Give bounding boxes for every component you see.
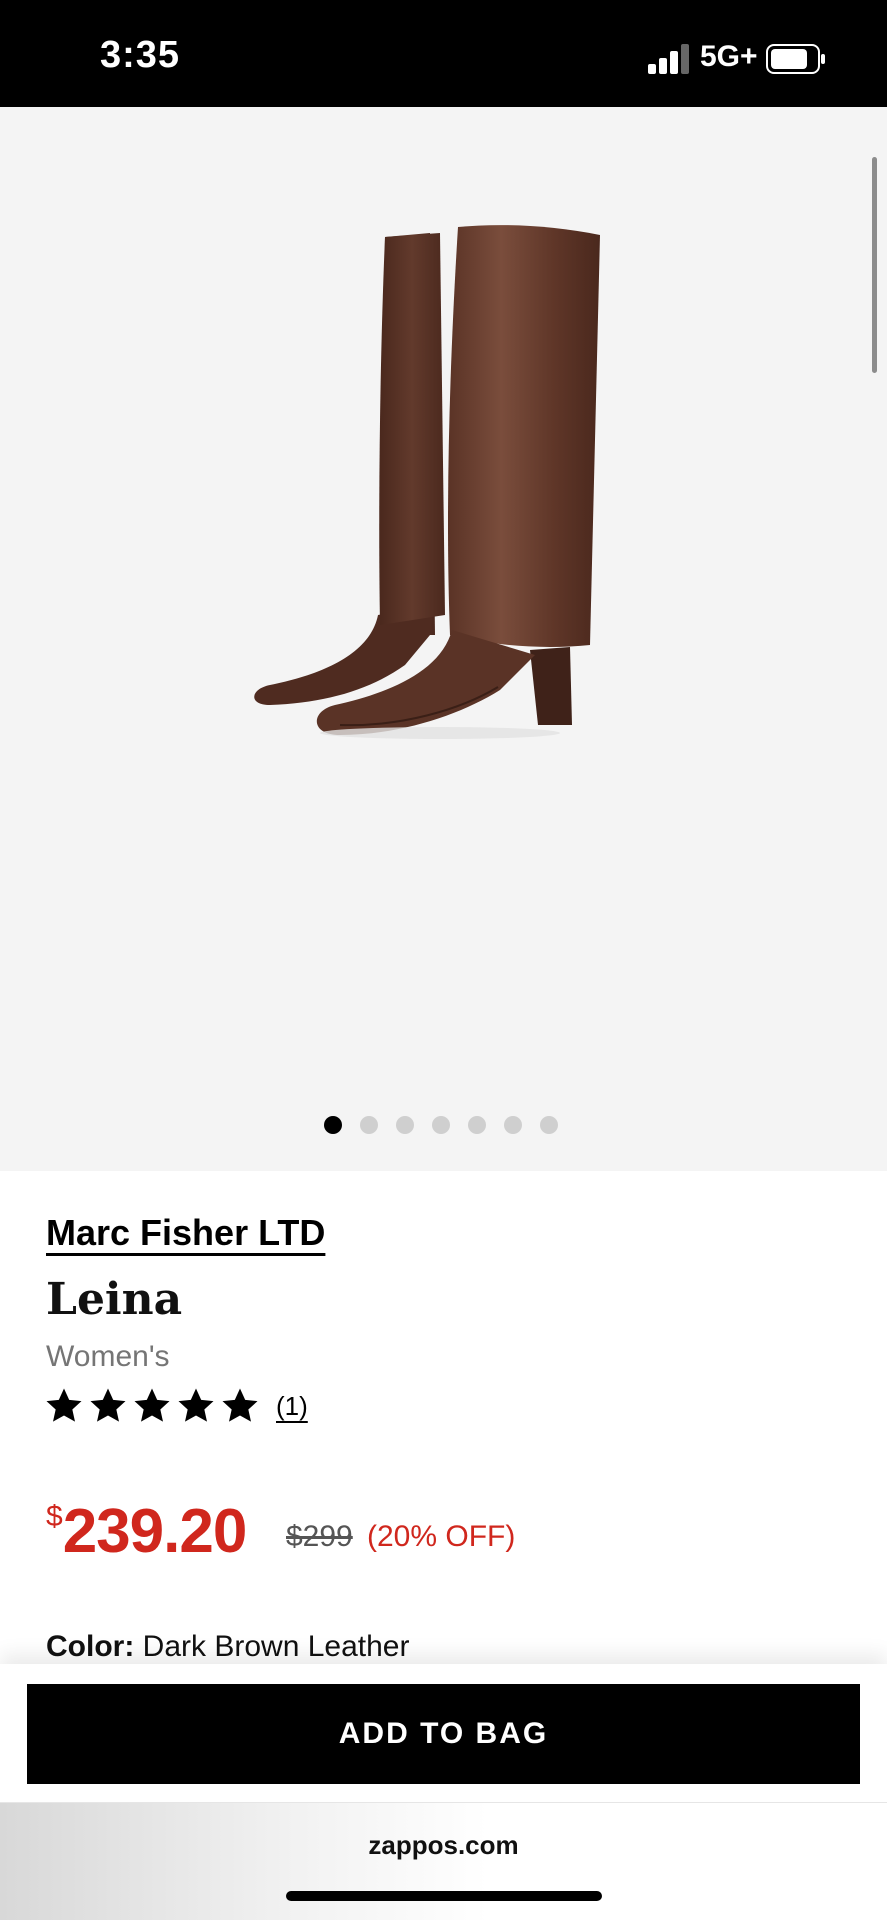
add-to-bag-button[interactable]: ADD TO BAG <box>27 1684 860 1784</box>
star-icon <box>90 1388 126 1422</box>
carousel-dot-6[interactable] <box>504 1116 522 1134</box>
product-gender: Women's <box>46 1340 170 1373</box>
carousel-dots <box>324 1116 558 1134</box>
battery-icon <box>766 44 825 74</box>
star-icon <box>222 1388 258 1422</box>
product-image-boots[interactable] <box>230 205 650 865</box>
brand-link[interactable]: Marc Fisher LTD <box>46 1212 325 1254</box>
product-name: Leina <box>46 1274 183 1325</box>
status-time: 3:35 <box>100 34 181 76</box>
carousel-dot-3[interactable] <box>396 1116 414 1134</box>
sale-price: $ 239.20 <box>46 1496 248 1567</box>
original-price: $299 <box>286 1520 353 1553</box>
discount-label: (20% OFF) <box>367 1520 516 1553</box>
sale-price-value: 239.20 <box>62 1497 248 1566</box>
star-icon <box>46 1388 82 1422</box>
scrollbar[interactable] <box>872 157 877 373</box>
carousel-dot-5[interactable] <box>468 1116 486 1134</box>
status-bar: 3:35 5G+ <box>0 0 887 107</box>
review-count-link[interactable]: (1) <box>276 1391 308 1422</box>
home-indicator[interactable] <box>286 1891 602 1901</box>
color-label: Color: <box>46 1630 135 1663</box>
star-rating[interactable]: (1) <box>44 1386 308 1426</box>
carousel-dot-4[interactable] <box>432 1116 450 1134</box>
carousel-dot-1[interactable] <box>324 1116 342 1134</box>
star-icon <box>134 1388 170 1422</box>
color-value: Dark Brown Leather <box>142 1630 410 1663</box>
browser-url-bar[interactable] <box>0 1802 887 1920</box>
star-icon <box>178 1388 214 1422</box>
currency-symbol: $ <box>46 1500 63 1533</box>
color-selection: Color: Dark Brown Leather <box>46 1630 409 1664</box>
carousel-dot-2[interactable] <box>360 1116 378 1134</box>
network-type: 5G+ <box>700 40 758 73</box>
signal-icon <box>648 44 689 74</box>
carousel-dot-7[interactable] <box>540 1116 558 1134</box>
url-text[interactable]: zappos.com <box>0 1830 887 1861</box>
